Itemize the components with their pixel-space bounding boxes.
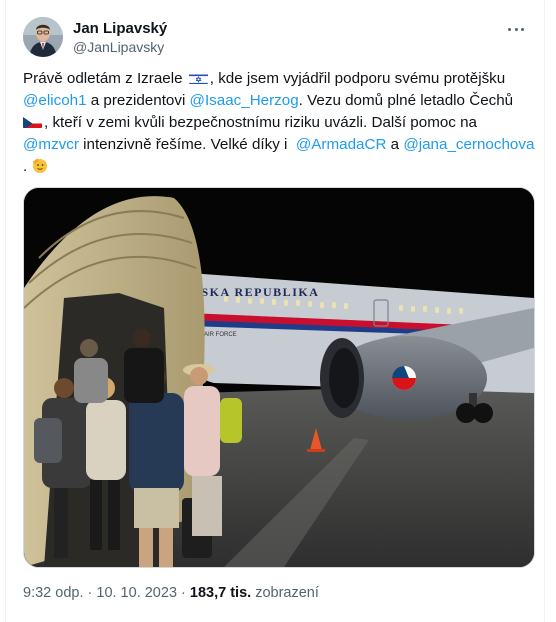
meta-separator: · xyxy=(177,585,190,601)
tweet-text-segment: a prezidentovi xyxy=(86,92,190,109)
tweet-time: 9:32 odp. xyxy=(23,585,84,601)
mention-link[interactable]: @ArmadaCR xyxy=(296,136,387,153)
tweet-line-2: @elicoh1 a prezidentovi @Isaac_Herzog. V… xyxy=(23,90,535,112)
profile-photo-icon xyxy=(23,17,63,57)
tweet-text-segment: intenzivně řešíme. Velké díky i xyxy=(78,136,296,153)
author-display-name[interactable]: Jan Lipavský xyxy=(73,19,167,38)
tweet-meta: 9:32 odp. · 10. 10. 2023 · 183,7 tis. zo… xyxy=(23,585,319,601)
views-label: zobrazení xyxy=(251,585,319,601)
tweet-text-segment: a xyxy=(386,136,404,153)
tweet-text-segment: Právě odletám z Izraele xyxy=(23,70,187,87)
author-handle[interactable]: @JanLipavsky xyxy=(73,38,167,57)
tweet-text-segment: , kde jsem vyjádřil podporu svému protěj… xyxy=(209,70,506,87)
czech-flag-icon xyxy=(23,115,42,128)
tweet-line-1: Právě odletám z Izraele , kde jsem vyjád… xyxy=(23,68,535,90)
boarding-photo: ESKA REPUBLIKA AIR FORCE xyxy=(24,188,534,567)
avatar[interactable] xyxy=(23,17,63,57)
czech-roundel-icon xyxy=(392,366,416,390)
tweet-header: Jan Lipavský @JanLipavsky xyxy=(23,17,533,61)
tweet-photo[interactable]: ESKA REPUBLIKA AIR FORCE xyxy=(23,187,535,568)
tweet-text-segment: . Vezu domů plné letadlo Čechů xyxy=(298,92,514,109)
author-names: Jan Lipavský @JanLipavsky xyxy=(73,19,167,57)
more-horizontal-icon[interactable] xyxy=(505,19,527,39)
saluting-face-icon xyxy=(31,156,49,181)
mention-link[interactable]: @jana_cernochova xyxy=(403,136,534,153)
mention-link[interactable]: @Isaac_Herzog xyxy=(190,92,299,109)
aircraft-lettering: ESKA REPUBLIKA xyxy=(192,285,319,299)
israel-flag-icon xyxy=(188,71,208,84)
tweet-line-5: . xyxy=(23,156,535,178)
mention-link[interactable]: @elicoh1 xyxy=(23,92,87,109)
tweet-text-segment: , kteří v zemi kvůli bezpečnostnímu rizi… xyxy=(44,114,478,131)
views-count: 183,7 tis. xyxy=(189,585,252,601)
tweet-line-3: , kteří v zemi kvůli bezpečnostnímu rizi… xyxy=(23,112,535,134)
mention-link[interactable]: @mzvcr xyxy=(23,136,79,153)
tweet-text-segment: . xyxy=(23,158,32,175)
tweet-card: Jan Lipavský @JanLipavsky Právě odletám … xyxy=(5,0,545,622)
tweet-line-4: @mzvcr intenzivně řešíme. Velké díky i @… xyxy=(23,134,535,156)
meta-separator: · xyxy=(83,585,97,601)
air-force-lettering: AIR FORCE xyxy=(204,332,237,338)
tweet-date: 10. 10. 2023 xyxy=(96,585,178,601)
tweet-timestamp-link[interactable]: 9:32 odp. · 10. 10. 2023 xyxy=(23,585,177,601)
tweet-text: Právě odletám z Izraele , kde jsem vyjád… xyxy=(23,68,535,178)
